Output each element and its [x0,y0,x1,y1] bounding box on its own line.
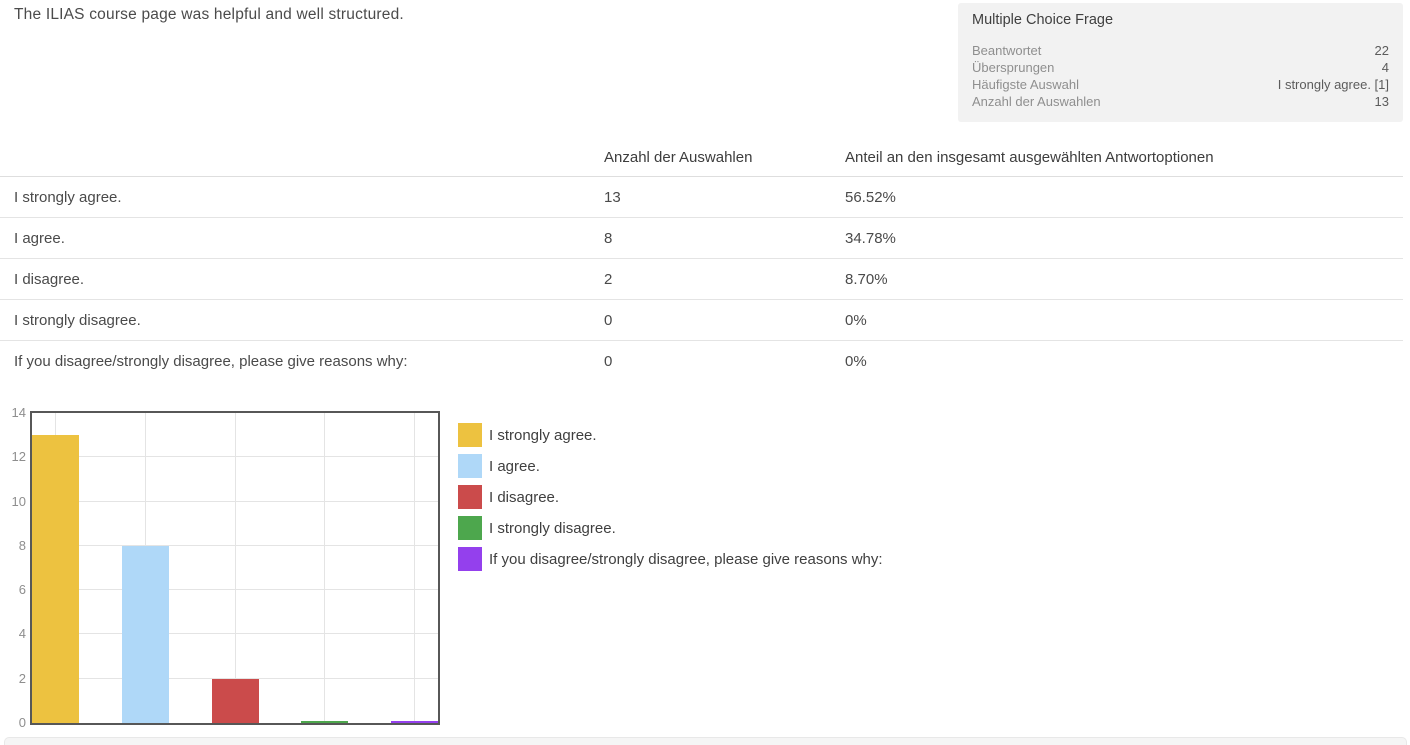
y-axis-tick-label: 10 [0,494,26,510]
y-axis-tick-label: 14 [0,405,26,421]
legend-label: I strongly agree. [489,427,597,444]
vertical-gridline [414,413,415,723]
legend-color-swatch [458,423,482,447]
chart-legend: I strongly agree. I agree. I disagree. I st… [458,423,883,578]
table-row: I agree. 8 34.78% [0,218,1403,259]
next-section-edge [4,737,1407,745]
vertical-gridline [235,413,236,723]
legend-item: I strongly disagree. [458,516,883,540]
legend-label: I disagree. [489,489,559,506]
row-label: I disagree. [14,259,84,300]
survey-question-results-page: The ILIAS course page was helpful and we… [0,0,1410,745]
row-count: 13 [604,177,621,218]
table-row: I disagree. 2 8.70% [0,259,1403,300]
legend-label: If you disagree/strongly disagree, pleas… [489,551,883,568]
stat-value: I strongly agree. [1] [1278,76,1389,93]
chart-bar [212,679,259,723]
legend-item: I disagree. [458,485,883,509]
stat-row: Häufigste Auswahl I strongly agree. [1] [972,76,1389,93]
y-axis-tick-label: 4 [0,626,26,642]
stats-panel-title: Multiple Choice Frage [972,12,1389,28]
legend-color-swatch [458,516,482,540]
legend-label: I strongly disagree. [489,520,616,537]
column-header-percent: Anteil an den insgesamt ausgewählten Ant… [845,149,1214,166]
stat-label: Häufigste Auswahl [972,76,1079,93]
stats-list: Beantwortet 22 Übersprungen 4 Häufigste … [972,42,1389,110]
chart-bar [391,721,438,724]
y-axis-tick-label: 12 [0,449,26,465]
stat-value: 22 [1375,42,1389,59]
table-row: I strongly disagree. 0 0% [0,300,1403,341]
stat-label: Anzahl der Auswahlen [972,93,1101,110]
table-header-row: Anzahl der Auswahlen Anteil an den insge… [0,141,1403,177]
row-label: I strongly agree. [14,177,122,218]
y-axis-tick-label: 6 [0,582,26,598]
question-title: The ILIAS course page was helpful and we… [14,6,404,24]
question-stats-panel: Multiple Choice Frage Beantwortet 22 Übe… [958,3,1403,122]
stat-label: Beantwortet [972,42,1041,59]
answer-options-table: Anzahl der Auswahlen Anteil an den insge… [0,141,1403,382]
stat-row: Beantwortet 22 [972,42,1389,59]
y-axis-tick-label: 0 [0,715,26,731]
row-percent: 8.70% [845,259,888,300]
row-label: I strongly disagree. [14,300,141,341]
row-count: 0 [604,300,612,341]
legend-color-swatch [458,454,482,478]
row-percent: 56.52% [845,177,896,218]
row-count: 2 [604,259,612,300]
table-row: I strongly agree. 13 56.52% [0,177,1403,218]
y-axis-tick-label: 2 [0,671,26,687]
legend-item: I agree. [458,454,883,478]
row-label: If you disagree/strongly disagree, pleas… [14,341,408,382]
chart-bar [122,546,169,723]
row-label: I agree. [14,218,65,259]
stat-value: 13 [1375,93,1389,110]
row-count: 8 [604,218,612,259]
row-count: 0 [604,341,612,382]
legend-color-swatch [458,547,482,571]
stat-label: Übersprungen [972,59,1054,76]
legend-label: I agree. [489,458,540,475]
legend-color-swatch [458,485,482,509]
row-percent: 0% [845,300,867,341]
row-percent: 34.78% [845,218,896,259]
y-axis-tick-label: 8 [0,538,26,554]
bar-chart-plot [30,411,440,725]
row-percent: 0% [845,341,867,382]
stat-row: Übersprungen 4 [972,59,1389,76]
chart-bar [32,435,79,723]
chart-bar [301,721,348,724]
table-row: If you disagree/strongly disagree, pleas… [0,341,1403,382]
legend-item: If you disagree/strongly disagree, pleas… [458,547,883,571]
stat-row: Anzahl der Auswahlen 13 [972,93,1389,110]
stat-value: 4 [1382,59,1389,76]
y-axis: 02468101214 [0,413,26,723]
legend-item: I strongly agree. [458,423,883,447]
column-header-count: Anzahl der Auswahlen [604,149,752,166]
vertical-gridline [324,413,325,723]
